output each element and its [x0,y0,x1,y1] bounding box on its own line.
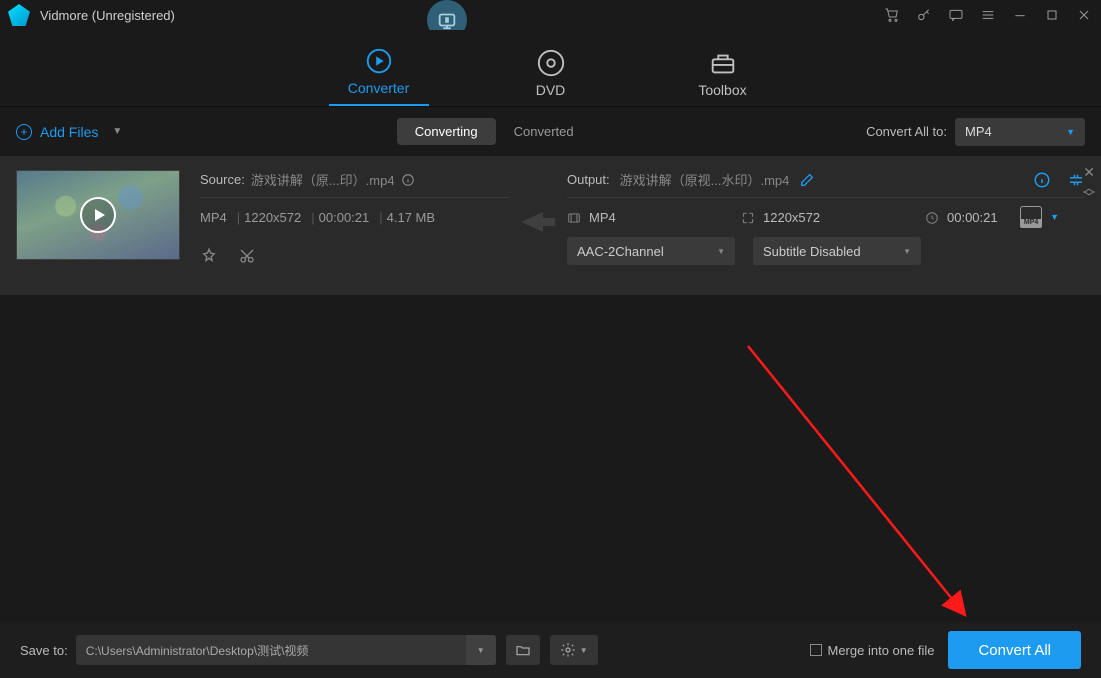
media-info-icon[interactable] [1033,171,1051,189]
output-format-value: MP4 [965,124,992,139]
open-folder-button[interactable] [506,635,540,665]
chevron-down-icon[interactable]: ▼ [1050,212,1059,222]
path-dropdown[interactable]: ▼ [466,635,496,665]
tab-dvd[interactable]: DVD [501,48,601,106]
tab-dvd-label: DVD [536,82,566,98]
convert-all-to-label: Convert All to: [866,124,947,139]
out-duration: 00:00:21 [947,210,998,225]
save-path-value: C:\Users\Administrator\Desktop\测试\视频 [86,642,458,659]
source-column: Source: 游戏讲解（原...印）.mp4 MP4 1220x572 00:… [200,170,509,281]
subtitle-value: Subtitle Disabled [763,244,861,259]
video-thumbnail[interactable] [16,170,180,260]
checkbox-icon [810,644,822,656]
edit-icon[interactable] [799,172,815,188]
app-logo [8,4,30,26]
clock-icon [925,211,939,225]
effects-icon[interactable] [200,247,218,265]
source-meta: MP4 1220x572 00:00:21 4.17 MB [200,210,509,225]
toolbox-icon [708,48,738,78]
footer: Save to: C:\Users\Administrator\Desktop\… [0,622,1101,678]
convert-all-button[interactable]: Convert All [948,631,1081,669]
subbar: + Add Files ▼ Converting Converted Conve… [0,106,1101,156]
merge-checkbox[interactable]: Merge into one file [810,643,935,658]
tab-converting[interactable]: Converting [397,118,496,145]
save-to-label: Save to: [20,643,68,658]
src-format: MP4 [200,210,227,225]
source-label: Source: [200,172,245,187]
tab-converter-label: Converter [348,80,409,96]
chevron-down-icon: ▼ [717,247,725,256]
tab-toolbox[interactable]: Toolbox [673,48,773,106]
tab-converted[interactable]: Converted [496,118,592,145]
output-format-select[interactable]: MP4 ▼ [955,118,1085,146]
maximize-icon[interactable] [1043,6,1061,24]
chevron-down-icon[interactable]: ▼ [112,126,122,137]
src-duration: 00:00:21 [307,210,369,225]
status-tabs: Converting Converted [397,118,592,145]
info-icon[interactable] [401,173,415,187]
converter-icon [364,46,394,76]
key-icon[interactable] [915,6,933,24]
settings-button[interactable]: ▼ [550,635,598,665]
output-label: Output: [567,172,610,187]
output-column: Output: 游戏讲解（原视...水印）.mp4 MP4 1220x572 0… [567,170,1085,281]
reorder-handle[interactable]: ︿﹀ [1083,184,1095,202]
minimize-icon[interactable] [1011,6,1029,24]
output-filename: 游戏讲解（原视...水印）.mp4 [620,170,790,189]
tab-converter[interactable]: Converter [329,46,429,106]
cart-icon[interactable] [883,6,901,24]
arrow-icon [509,210,567,234]
out-format: MP4 [589,210,616,225]
src-size: 4.17 MB [375,210,435,225]
feedback-icon[interactable] [947,6,965,24]
cut-icon[interactable] [238,247,256,265]
row-format-picker[interactable]: MP4 ▼ [1020,206,1059,228]
out-resolution: 1220x572 [763,210,820,225]
subtitle-select[interactable]: Subtitle Disabled ▼ [753,237,921,265]
menu-icon[interactable] [979,6,997,24]
plus-icon: + [16,124,32,140]
empty-area [0,296,1101,616]
add-files-button[interactable]: + Add Files ▼ [16,124,122,140]
video-icon [567,211,581,225]
audio-select[interactable]: AAC-2Channel ▼ [567,237,735,265]
titlebar: Vidmore (Unregistered) [0,0,1101,30]
resolution-icon [741,211,755,225]
audio-value: AAC-2Channel [577,244,664,259]
play-icon[interactable] [80,197,116,233]
main-nav: Converter DVD Toolbox [0,30,1101,106]
convert-all-label: Convert All [978,642,1051,659]
chevron-down-icon: ▼ [1066,127,1075,137]
file-list: Source: 游戏讲解（原...印）.mp4 MP4 1220x572 00:… [0,156,1101,296]
tab-toolbox-label: Toolbox [698,82,746,98]
source-filename: 游戏讲解（原...印）.mp4 [251,170,395,189]
add-files-label: Add Files [40,124,98,140]
format-badge: MP4 [1020,206,1042,228]
convert-all-to: Convert All to: MP4 ▼ [866,118,1085,146]
chevron-down-icon: ▼ [903,247,911,256]
save-path-input[interactable]: C:\Users\Administrator\Desktop\测试\视频 ▼ [76,635,496,665]
dvd-icon [536,48,566,78]
src-resolution: 1220x572 [233,210,302,225]
merge-label: Merge into one file [828,643,935,658]
close-icon[interactable] [1075,6,1093,24]
file-row: Source: 游戏讲解（原...印）.mp4 MP4 1220x572 00:… [0,156,1101,296]
remove-file-icon[interactable]: ✕ [1083,164,1095,181]
app-title: Vidmore (Unregistered) [40,8,175,23]
